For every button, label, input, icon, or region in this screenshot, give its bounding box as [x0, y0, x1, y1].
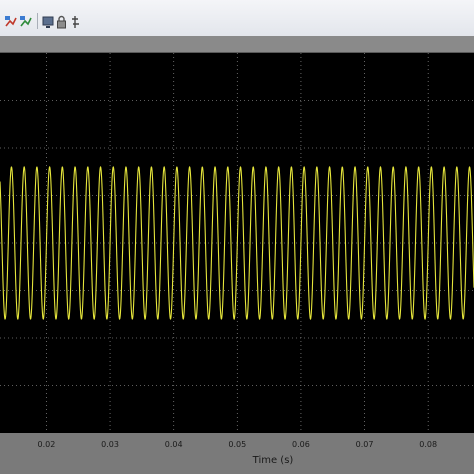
x-tick-label: 0.02: [38, 440, 56, 449]
scope-toolbar: [0, 0, 474, 37]
scope-params-icon[interactable]: [70, 14, 81, 28]
lock-icon[interactable]: [56, 14, 67, 29]
x-tick-label: 0.07: [356, 440, 374, 449]
x-axis-label: Time (s): [252, 455, 294, 466]
autoscale-xy-icon[interactable]: [19, 14, 33, 28]
scope-plot: 0.02 0.03 0.04 0.05 0.06 0.07 0.08 Time (s): [0, 53, 474, 466]
scope-title-strip: [0, 36, 474, 53]
x-tick-label: 0.08: [419, 440, 437, 449]
toolbar-separator: [37, 13, 38, 29]
x-tick-labels: 0.02 0.03 0.04 0.05 0.06 0.07 0.08: [38, 440, 438, 449]
scope-display: 0.02 0.03 0.04 0.05 0.06 0.07 0.08 Time (s): [0, 53, 474, 474]
autoscale-x-icon[interactable]: [4, 14, 18, 28]
x-tick-label: 0.04: [165, 440, 183, 449]
save-axes-icon[interactable]: [42, 14, 54, 28]
x-tick-label: 0.06: [292, 440, 310, 449]
x-tick-label: 0.03: [101, 440, 119, 449]
x-tick-label: 0.05: [228, 440, 246, 449]
